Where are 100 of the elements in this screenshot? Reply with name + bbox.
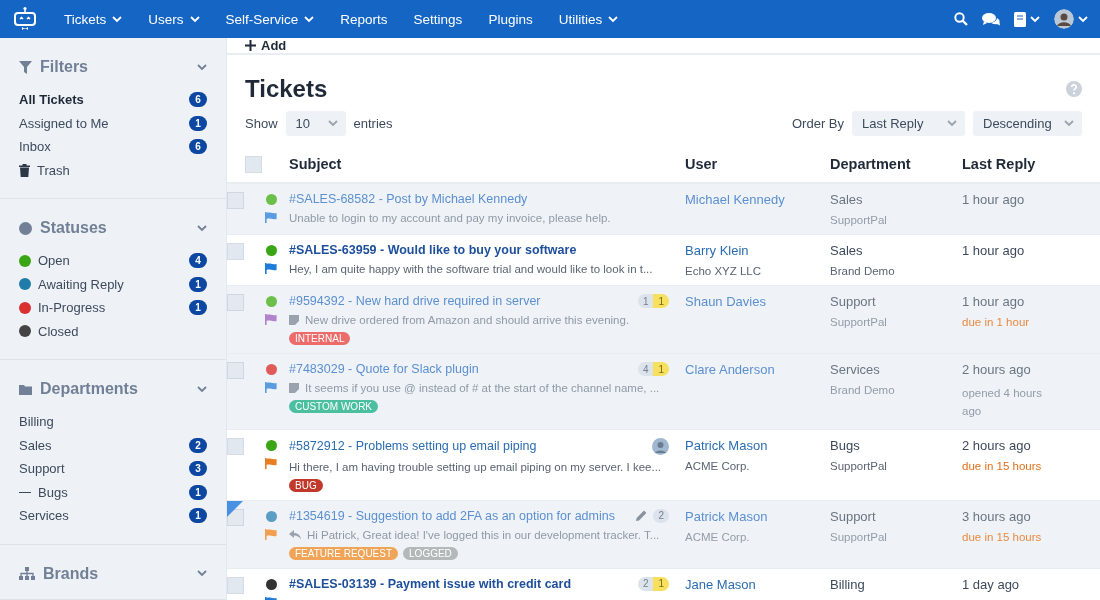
brand-name: SupportPal bbox=[830, 459, 888, 472]
message-preview: New drive ordered from Amazon and should arrive this evening. bbox=[305, 314, 630, 326]
sitemap-icon bbox=[19, 567, 35, 580]
reply-count-badge: 2 bbox=[653, 508, 669, 523]
direction-select[interactable]: Descending bbox=[973, 111, 1082, 136]
chevron-down-icon bbox=[197, 63, 207, 71]
column-header[interactable]: User bbox=[685, 156, 718, 172]
nav-menu-item[interactable]: Users bbox=[148, 11, 200, 27]
sidebar-item[interactable]: Sales 2 bbox=[19, 433, 207, 457]
chevron-down-icon bbox=[197, 570, 207, 577]
ticket-tag: INTERNAL bbox=[289, 332, 351, 345]
entries-select[interactable]: 10 bbox=[285, 111, 346, 136]
chevron-down-icon bbox=[304, 15, 315, 23]
nav-menu-item[interactable]: Reports bbox=[340, 11, 388, 27]
due-time: due in 15 hours bbox=[962, 530, 1043, 543]
column-header[interactable]: Subject bbox=[289, 156, 342, 172]
due-time: due in 1 hour bbox=[962, 316, 1031, 328]
count-badge: 3 bbox=[189, 461, 207, 477]
sidebar-item[interactable]: Open 4 bbox=[19, 249, 207, 273]
sidebar-item[interactable]: Awaiting Reply 1 bbox=[19, 272, 207, 296]
sidebar-item[interactable]: Support 3 bbox=[19, 457, 207, 481]
row-checkbox[interactable] bbox=[227, 243, 244, 260]
row-checkbox[interactable] bbox=[227, 437, 244, 455]
order-by-select[interactable]: Last Reply bbox=[852, 111, 965, 136]
robot-logo-icon[interactable] bbox=[12, 6, 38, 32]
last-reply-time: 2 hours ago bbox=[962, 362, 1032, 377]
column-header[interactable]: Last Reply bbox=[962, 156, 1036, 172]
department-name: Services bbox=[830, 362, 881, 377]
nav-menu-item[interactable]: Self-Service bbox=[225, 11, 315, 27]
order-by-label: Order By bbox=[792, 116, 844, 131]
user-avatar[interactable] bbox=[1054, 9, 1074, 29]
last-reply-time: 1 hour ago bbox=[962, 294, 1026, 309]
sidebar-item[interactable]: Billing bbox=[19, 410, 207, 434]
ticket-tag: CUSTOM WORK bbox=[289, 400, 379, 413]
brand-name: Brand Demo bbox=[830, 265, 896, 277]
nav-menu-item[interactable]: Tickets bbox=[64, 11, 123, 27]
nav-menu-item[interactable]: Settings bbox=[413, 11, 463, 27]
ticket-subject-link[interactable]: #5872912 - Problems setting up email piping bbox=[289, 439, 537, 454]
count-badge: 1 bbox=[189, 508, 207, 524]
sidebar-item[interactable]: Services 1 bbox=[19, 504, 207, 528]
section-heading: Brands bbox=[43, 564, 99, 583]
last-reply-time: 1 day ago bbox=[962, 576, 1021, 592]
message-preview: Hi there, I am having trouble setting up email piping on my server. I kee... bbox=[289, 460, 662, 473]
column-header[interactable]: Department bbox=[830, 156, 911, 172]
ticket-tag: FEATURE REQUEST bbox=[289, 546, 399, 560]
sidebar-item[interactable]: In-Progress 1 bbox=[19, 296, 207, 320]
ticket-subject-link[interactable]: #SALES-03139 - Payment issue with credit card bbox=[289, 576, 572, 591]
chevron-down-icon bbox=[189, 15, 200, 23]
message-preview: Hey, I am quite happy with the software trial and would like to look in t... bbox=[289, 263, 653, 275]
page-title: Tickets bbox=[245, 75, 328, 103]
reply-icon bbox=[289, 529, 301, 540]
last-reply-time: 2 hours ago bbox=[962, 437, 1032, 453]
chat-bubbles-icon[interactable] bbox=[982, 11, 1000, 27]
section-heading: Filters bbox=[40, 58, 88, 76]
organisation-name: ACME Corp. bbox=[685, 530, 751, 543]
sidebar-item[interactable]: Bugs 1 bbox=[19, 480, 207, 504]
chevron-down-icon bbox=[197, 385, 207, 393]
due-time: due in 15 hours bbox=[962, 459, 1043, 472]
add-button[interactable]: Add bbox=[245, 38, 287, 53]
avatar bbox=[652, 437, 669, 455]
user-link[interactable]: Barry Klein bbox=[685, 243, 830, 258]
message-preview: It seems if you use @ instead of # at the start of the channel name, ... bbox=[305, 382, 660, 394]
last-reply-time: 3 hours ago bbox=[962, 508, 1032, 524]
chevron-down-icon bbox=[1078, 15, 1088, 23]
sidebar-item[interactable]: All Tickets 6 bbox=[19, 88, 207, 112]
last-reply-time: 1 hour ago bbox=[962, 192, 1026, 207]
sidebar-item[interactable]: Trash bbox=[19, 158, 207, 182]
sidebar-item[interactable]: Inbox 6 bbox=[19, 135, 207, 159]
row-checkbox[interactable] bbox=[227, 362, 244, 379]
row-checkbox[interactable] bbox=[227, 192, 244, 209]
department-name: Support bbox=[830, 508, 877, 524]
search-icon[interactable] bbox=[954, 12, 968, 26]
help-icon[interactable] bbox=[1066, 81, 1082, 97]
nav-menu-item[interactable]: Plugins bbox=[488, 11, 533, 27]
chevron-down-icon bbox=[197, 224, 207, 232]
section-heading: Statuses bbox=[40, 219, 107, 237]
user-link[interactable]: Jane Mason bbox=[685, 576, 830, 592]
trash-icon bbox=[19, 163, 30, 177]
sidebar-item[interactable]: Closed bbox=[19, 319, 207, 343]
row-checkbox[interactable] bbox=[227, 294, 244, 311]
nav-menu-item[interactable]: Utilities bbox=[558, 11, 619, 27]
chevron-down-icon bbox=[1064, 120, 1074, 127]
department-name: Billing bbox=[830, 576, 866, 592]
ticket-subject-link[interactable]: #SALES-63959 - Would like to buy your software bbox=[289, 243, 577, 257]
select-all-checkbox[interactable] bbox=[245, 155, 262, 173]
brand-name: SupportPal bbox=[830, 214, 888, 226]
count-badge: 1 bbox=[189, 115, 207, 131]
chevron-down-icon bbox=[327, 120, 338, 127]
book-icon[interactable] bbox=[1014, 11, 1026, 27]
message-preview: Hi Patrick, Great idea! I've logged this in our development tracker. T... bbox=[307, 528, 660, 541]
organisation-name: Echo XYZ LLC bbox=[685, 265, 763, 277]
user-link[interactable]: Patrick Mason bbox=[685, 437, 830, 453]
brand-name: SupportPal bbox=[830, 316, 888, 328]
sidebar-item[interactable]: Assigned to Me 1 bbox=[19, 111, 207, 135]
row-checkbox[interactable] bbox=[227, 576, 244, 594]
entries-label: entries bbox=[353, 116, 393, 131]
count-badge: 6 bbox=[189, 92, 207, 108]
department-name: Sales bbox=[830, 243, 864, 258]
organisation-name: ACME Corp. bbox=[685, 459, 751, 472]
count-badge: 2 bbox=[189, 437, 207, 453]
